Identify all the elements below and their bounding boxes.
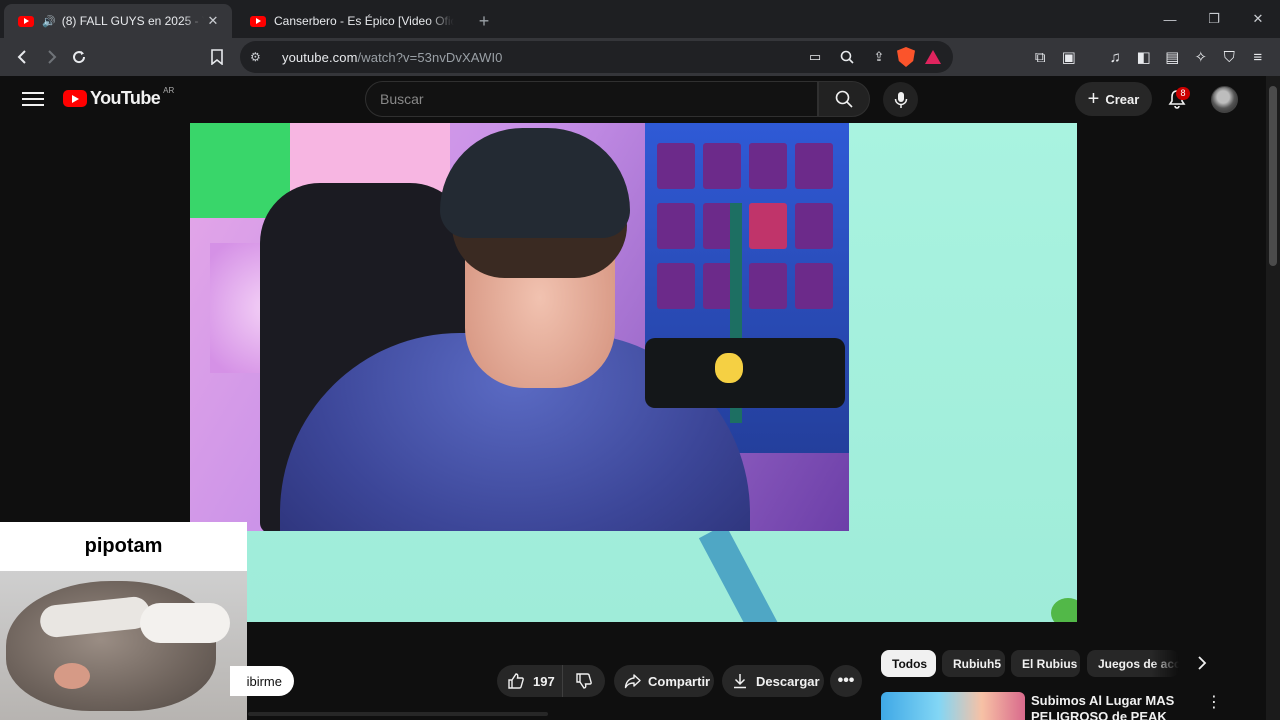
video-decor-leaf <box>1051 598 1077 622</box>
chips-next-button[interactable] <box>1191 652 1213 674</box>
reading-list-icon[interactable]: ▣ <box>1055 43 1084 71</box>
plus-icon: + <box>1087 87 1100 110</box>
tab-canserbero[interactable]: Canserbero - Es Épico [Video Oficial] - … <box>236 4 464 38</box>
bookmark-icon[interactable] <box>203 43 231 71</box>
extensions-icon[interactable]: ⧉ <box>1026 43 1055 71</box>
youtube-play-icon <box>63 90 87 107</box>
tab-title: (8) FALL GUYS en 2025 - YouTube <box>61 14 204 28</box>
search-box[interactable] <box>365 81 818 117</box>
address-bar[interactable]: ⚙ youtube.com/watch?v=53nvDvXAWI0 ▭ ⇪ <box>240 41 953 73</box>
rewards-icon[interactable] <box>919 43 947 71</box>
description-box-edge <box>248 712 548 716</box>
video-player[interactable] <box>190 123 1077 622</box>
forward-button[interactable] <box>37 43 65 71</box>
sidebar-icon[interactable]: ◧ <box>1130 43 1159 71</box>
chip-todos[interactable]: Todos <box>881 650 936 677</box>
vpn-shield-icon[interactable]: ⛉ <box>1215 43 1244 71</box>
subscribe-button[interactable]: ibirme <box>230 666 294 696</box>
close-tab-icon[interactable]: ✕ <box>204 13 222 29</box>
country-code: AR <box>163 86 175 95</box>
music-icon[interactable]: ♫ <box>1101 43 1130 71</box>
webcam-frame <box>190 123 849 531</box>
voice-search-button[interactable] <box>883 82 918 117</box>
create-label: Crear <box>1105 91 1140 107</box>
youtube-logo[interactable]: YouTube AR <box>63 86 175 109</box>
speaker-icon[interactable]: 🔊 <box>42 15 56 28</box>
tab-fall-guys[interactable]: 🔊 (8) FALL GUYS en 2025 - YouTube ✕ <box>4 4 232 38</box>
site-settings-icon[interactable]: ⚙ <box>250 50 274 64</box>
like-dislike-group: 197 <box>497 665 605 697</box>
search-icon <box>835 90 853 108</box>
share-button[interactable]: Compartir <box>614 665 714 697</box>
address-bar-icons: ▭ ⇪ <box>801 41 947 73</box>
microphone-icon <box>894 91 907 108</box>
like-button[interactable]: 197 <box>497 665 563 697</box>
share-icon <box>624 674 641 689</box>
back-button[interactable] <box>9 43 37 71</box>
youtube-header: YouTube AR + Crear <box>0 76 1266 122</box>
streamer-name: pipotam <box>0 522 247 571</box>
download-icon <box>734 674 746 689</box>
chip-rubiuh5[interactable]: Rubiuh5 <box>942 650 1005 677</box>
more-horizontal-icon: ••• <box>837 672 855 689</box>
minimize-icon[interactable]: — <box>1148 0 1192 38</box>
chip-juegos-de-accion[interactable]: Juegos de acción <box>1087 650 1179 677</box>
youtube-favicon-icon <box>250 15 266 27</box>
more-actions-button[interactable]: ••• <box>830 665 862 697</box>
reload-button[interactable] <box>65 43 93 71</box>
cast-icon[interactable]: ▭ <box>801 43 829 71</box>
url-text: youtube.com/watch?v=53nvDvXAWI0 <box>282 49 503 65</box>
tab-title: Canserbero - Es Épico [Video Oficial] - … <box>274 14 454 28</box>
share-label: Compartir <box>648 673 711 689</box>
share-page-icon[interactable]: ⇪ <box>865 43 893 71</box>
thumbs-down-icon <box>576 673 592 689</box>
search-input[interactable] <box>380 91 817 107</box>
related-video-title[interactable]: Subimos Al Lugar MAS PELIGROSO de PEAK <box>1031 693 1201 720</box>
menu-icon[interactable]: ≡ <box>1244 43 1273 71</box>
create-button[interactable]: + Crear <box>1075 82 1152 116</box>
cat-image <box>0 571 247 720</box>
youtube-favicon-icon <box>18 15 34 27</box>
close-window-icon[interactable]: ✕ <box>1236 0 1280 38</box>
streamer-cam-overlay: pipotam <box>0 522 247 720</box>
chevron-right-icon <box>1198 656 1207 670</box>
related-video-thumbnail[interactable] <box>881 692 1025 720</box>
like-count: 197 <box>533 673 555 689</box>
notification-badge: 8 <box>1176 87 1190 100</box>
thumbs-up-icon <box>508 673 524 689</box>
account-avatar[interactable] <box>1211 86 1238 113</box>
dislike-button[interactable] <box>563 672 605 690</box>
zoom-icon[interactable] <box>833 43 861 71</box>
page-scrollbar[interactable] <box>1266 76 1280 720</box>
download-button[interactable]: Descargar <box>722 665 824 697</box>
download-label: Descargar <box>756 673 820 689</box>
separator <box>1083 43 1101 71</box>
extension-icons: ⧉ ▣ ♫ ◧ ▤ ✧ ⛉ ≡ <box>1026 43 1272 71</box>
restore-icon[interactable]: ❐ <box>1192 0 1236 38</box>
new-tab-button[interactable]: + <box>470 4 498 38</box>
browser-toolbar: ⚙ youtube.com/watch?v=53nvDvXAWI0 ▭ ⇪ ⧉ … <box>0 38 1280 76</box>
brave-shields-icon[interactable] <box>897 47 915 67</box>
leo-ai-icon[interactable]: ✧ <box>1187 43 1216 71</box>
browser-tab-strip: 🔊 (8) FALL GUYS en 2025 - YouTube ✕ Cans… <box>0 0 1280 38</box>
hamburger-menu-icon[interactable] <box>22 89 44 109</box>
related-video-menu-icon[interactable]: ⋮ <box>1205 692 1223 712</box>
scrollbar-thumb[interactable] <box>1269 86 1277 266</box>
search-button[interactable] <box>818 81 870 117</box>
window-controls: — ❐ ✕ <box>1148 0 1280 38</box>
logo-wordmark: YouTube <box>90 88 161 108</box>
chip-el-rubius[interactable]: El Rubius <box>1011 650 1080 677</box>
wallet-icon[interactable]: ▤ <box>1158 43 1187 71</box>
